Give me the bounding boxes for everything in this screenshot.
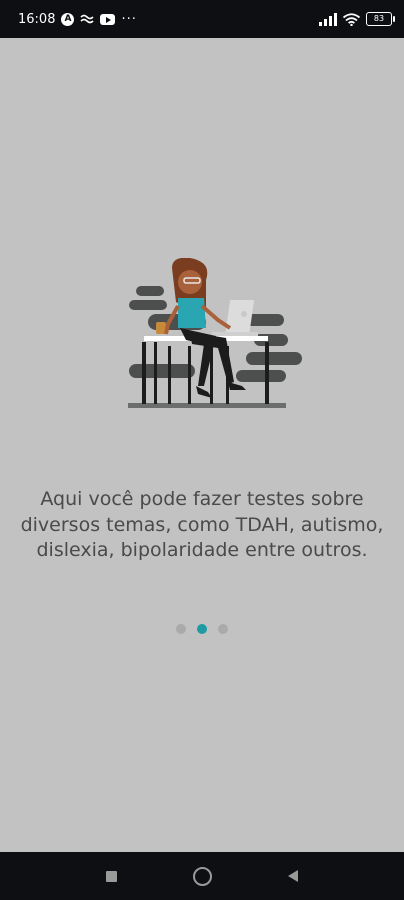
recents-square-icon [105, 870, 117, 882]
battery-icon: 83 [366, 12, 395, 26]
wifi-icon [343, 12, 360, 26]
status-right: 83 [319, 12, 395, 26]
youtube-icon [100, 13, 116, 25]
page-indicator-dot[interactable] [176, 624, 186, 634]
status-time: 16:08 [18, 11, 56, 27]
page-indicator-dot[interactable] [218, 624, 228, 634]
recents-button[interactable] [99, 864, 123, 888]
status-bar: 16:08 A ··· 83 [0, 0, 404, 38]
home-button[interactable] [190, 864, 214, 888]
signal-icon [319, 12, 337, 26]
more-notifications-icon: ··· [121, 11, 137, 27]
home-circle-icon [192, 866, 212, 886]
auto-mode-icon: A [61, 12, 75, 26]
page-indicator [0, 624, 404, 634]
status-left: 16:08 A ··· [18, 12, 137, 27]
woman-working-at-laptop-illustration [126, 257, 306, 414]
onboarding-message: Aqui você pode fazer testes sobre divers… [20, 488, 384, 561]
page-indicator-dot-active[interactable] [197, 624, 207, 634]
back-button[interactable] [281, 864, 305, 888]
back-triangle-icon [288, 870, 298, 882]
navigation-bar [0, 852, 404, 900]
cast-icon [80, 13, 95, 25]
